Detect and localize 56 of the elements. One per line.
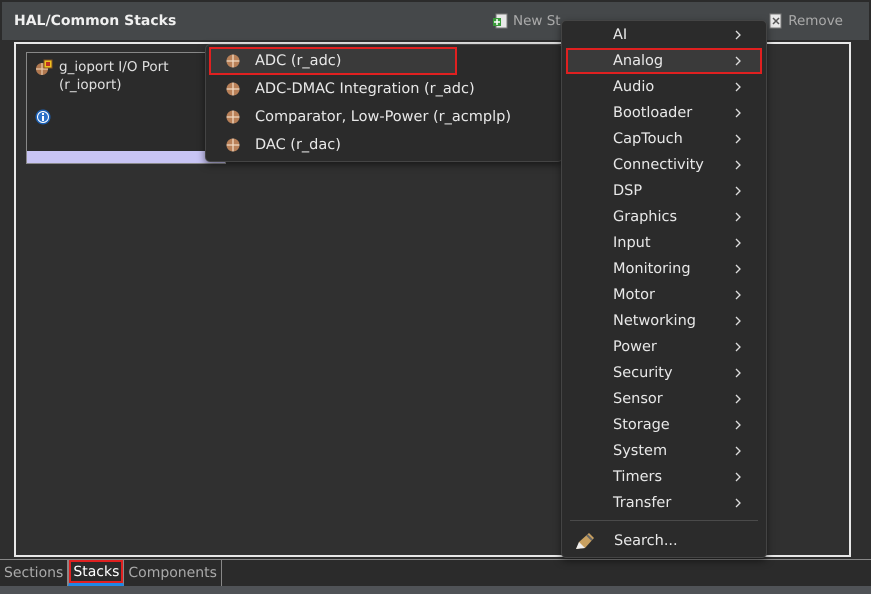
remove-icon xyxy=(768,13,784,29)
menu-item[interactable]: Security xyxy=(566,360,762,386)
menu-item[interactable]: Audio xyxy=(566,74,762,100)
toolbar-button[interactable]: New St xyxy=(493,13,561,29)
toolbar-button[interactable]: Remove xyxy=(768,13,843,29)
menu-item[interactable]: AI xyxy=(566,22,762,48)
chevron-right-icon xyxy=(734,290,742,300)
chevron-right-icon xyxy=(734,160,742,170)
chevron-right-icon xyxy=(734,368,742,378)
module-icon xyxy=(225,137,241,153)
menu-item[interactable]: Timers xyxy=(566,464,762,490)
pen-icon xyxy=(574,531,596,551)
chevron-right-icon xyxy=(734,264,742,274)
chevron-right-icon xyxy=(734,342,742,352)
stack-module: (r_ioport) xyxy=(59,77,123,93)
chevron-right-icon xyxy=(734,498,742,508)
menu-item[interactable]: Monitoring xyxy=(566,256,762,282)
new-stack-icon xyxy=(493,13,509,29)
chevron-right-icon xyxy=(734,238,742,248)
menu-item[interactable]: Connectivity xyxy=(566,152,762,178)
chevron-right-icon xyxy=(734,30,742,40)
menu-item[interactable]: Motor xyxy=(566,282,762,308)
stack-name: g_ioport I/O Port xyxy=(59,59,169,75)
chevron-right-icon xyxy=(734,134,742,144)
menu-item[interactable]: System xyxy=(566,438,762,464)
chevron-right-icon xyxy=(734,446,742,456)
menu-item[interactable]: Power xyxy=(566,334,762,360)
chevron-right-icon xyxy=(734,108,742,118)
menu-item[interactable]: Networking xyxy=(566,308,762,334)
stack-card[interactable]: g_ioport I/O Port (r_ioport) xyxy=(26,52,226,164)
menu-item[interactable]: CapTouch xyxy=(566,126,762,152)
module-icon xyxy=(225,81,241,97)
module-icon xyxy=(35,59,53,77)
menu-item[interactable]: Bootloader xyxy=(566,100,762,126)
chevron-right-icon xyxy=(734,472,742,482)
menu-item[interactable]: Storage xyxy=(566,412,762,438)
tab[interactable]: Stacks xyxy=(68,560,124,586)
menu-item[interactable]: DSP xyxy=(566,178,762,204)
info-icon[interactable] xyxy=(35,109,51,125)
chevron-right-icon xyxy=(734,394,742,404)
chevron-right-icon xyxy=(734,212,742,222)
panel-title: HAL/Common Stacks xyxy=(14,13,176,29)
menu-item[interactable]: ADC (r_adc) xyxy=(209,47,457,75)
chevron-right-icon xyxy=(734,420,742,430)
chevron-right-icon xyxy=(734,56,742,66)
menu-item[interactable]: Sensor xyxy=(566,386,762,412)
menu-item[interactable]: Search... xyxy=(566,525,762,557)
chevron-right-icon xyxy=(734,316,742,326)
menu-item[interactable]: Analog xyxy=(566,48,762,74)
menu-item[interactable]: Transfer xyxy=(566,490,762,516)
module-icon xyxy=(225,53,241,69)
menu-item[interactable]: Graphics xyxy=(566,204,762,230)
menu-item[interactable]: Input xyxy=(566,230,762,256)
module-icon xyxy=(225,109,241,125)
chevron-right-icon xyxy=(734,186,742,196)
chevron-right-icon xyxy=(734,82,742,92)
